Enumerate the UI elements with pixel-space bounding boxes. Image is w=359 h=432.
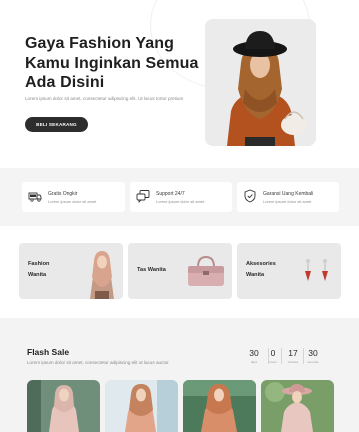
product-card[interactable] — [183, 380, 256, 432]
countdown-separator — [281, 348, 282, 364]
category-label: Fashion — [28, 261, 50, 267]
truck-icon — [28, 192, 42, 202]
feature-title: Support 24/7 — [156, 191, 185, 197]
product-image — [183, 380, 256, 432]
category-image-fashion — [90, 251, 114, 299]
product-image — [261, 380, 334, 432]
category-card-aksesories-wanita[interactable]: Aksesories Wanita — [237, 243, 341, 299]
countdown-unit: minutes — [287, 360, 299, 364]
countdown-days: 30 days — [244, 348, 264, 364]
category-card-tas-wanita[interactable]: Tas Wanita — [128, 243, 232, 299]
product-card[interactable] — [105, 380, 178, 432]
category-label: Wanita — [246, 272, 265, 278]
product-image — [105, 380, 178, 432]
countdown-unit: days — [250, 360, 258, 364]
countdown-minutes: 17 minutes — [283, 348, 303, 364]
buy-now-button[interactable]: BELI SEKARANG — [25, 117, 88, 132]
flash-sale-section: Flash Sale Lorem ipsum dolor sit amet, c… — [0, 318, 359, 432]
category-label: Aksesories — [246, 261, 276, 267]
category-image-bag — [188, 255, 224, 286]
product-card[interactable] — [27, 380, 100, 432]
feature-description: Lorem ipsum dolor sit amet — [156, 199, 205, 204]
countdown-value: 17 — [288, 348, 298, 358]
feature-title: Gratis Ongkir — [48, 191, 78, 197]
category-card-fashion-wanita[interactable]: Fashion Wanita — [19, 243, 123, 299]
hero-description: Lorem ipsum dolor sit amet, consectetur … — [25, 96, 184, 101]
countdown-value: 0 — [270, 348, 276, 358]
hero-section: Gaya Fashion Yang Kamu Inginkan Semua Ad… — [0, 0, 359, 168]
categories-section: Fashion Wanita Tas Wanita Aksesories Wan… — [0, 226, 359, 318]
feature-card-free-shipping: Gratis Ongkir Lorem ipsum dolor sit amet — [22, 182, 125, 212]
countdown-unit: hours — [269, 360, 277, 364]
countdown-unit: seconds — [307, 360, 319, 364]
hero-title: Gaya Fashion Yang Kamu Inginkan Semua Ad… — [25, 35, 199, 91]
countdown-hours: 0 hours — [263, 348, 283, 364]
countdown-value: 30 — [249, 348, 259, 358]
feature-card-guarantee: Garansi Uang Kembali Lorem ipsum dolor s… — [237, 182, 339, 212]
hero-model-image — [205, 19, 316, 146]
feature-description: Lorem ipsum dolor sit amet — [263, 199, 312, 204]
chat-icon — [136, 190, 150, 203]
product-image — [27, 380, 100, 432]
category-image-earrings — [305, 259, 328, 281]
flash-sale-title: Flash Sale — [27, 347, 70, 357]
flash-sale-description: Lorem ipsum dolor sit amet, consectetur … — [27, 360, 169, 365]
category-label: Tas Wanita — [137, 267, 166, 273]
feature-title: Garansi Uang Kembali — [263, 191, 314, 197]
feature-card-support: Support 24/7 Lorem ipsum dolor sit amet — [130, 182, 232, 212]
product-card[interactable] — [261, 380, 334, 432]
features-section: Gratis Ongkir Lorem ipsum dolor sit amet… — [0, 168, 359, 226]
countdown-value: 30 — [308, 348, 318, 358]
countdown-seconds: 30 seconds — [303, 348, 323, 364]
shield-icon — [244, 189, 256, 203]
feature-description: Lorem ipsum dolor sit amet — [48, 199, 97, 204]
category-label: Wanita — [28, 272, 47, 278]
